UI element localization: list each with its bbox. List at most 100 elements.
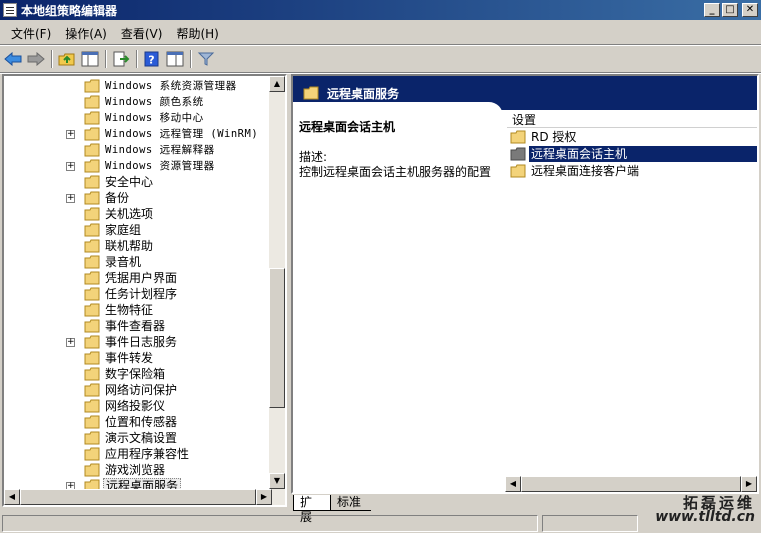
folder-icon: [303, 86, 319, 100]
menu-action[interactable]: 操作(A): [58, 23, 114, 44]
tree-item[interactable]: 事件转发: [4, 350, 272, 366]
maximize-button[interactable]: □: [722, 3, 738, 17]
tree-item[interactable]: 生物特征: [4, 302, 272, 318]
tree-item[interactable]: Windows 系统资源管理器: [4, 78, 272, 94]
close-button[interactable]: ✕: [742, 3, 758, 17]
watermark-line1: 拓磊运维: [682, 494, 755, 512]
tree-item[interactable]: + Windows 远程管理 (WinRM): [4, 126, 272, 142]
toolbar-separator: [136, 50, 138, 68]
tree-item[interactable]: 网络访问保护: [4, 382, 272, 398]
tree-item-label: 联机帮助: [105, 239, 154, 253]
tree-item-label: 网络投影仪: [105, 399, 166, 413]
details-pane: 远程桌面服务 远程桌面会话主机 描述: 控制远程桌面会话主机服务器的配置 设置 …: [291, 74, 759, 494]
tree-item[interactable]: 应用程序兼容性: [4, 446, 272, 462]
tree-item[interactable]: 数字保险箱: [4, 366, 272, 382]
tree-item-label: Windows 远程解释器: [105, 144, 215, 156]
tree-item-label: Windows 移动中心: [105, 112, 204, 124]
tree-item-label: Windows 远程管理 (WinRM): [105, 128, 259, 140]
list-horizontal-scrollbar[interactable]: ◀ ▶: [505, 476, 757, 492]
tree-item[interactable]: + Windows 资源管理器: [4, 158, 272, 174]
expand-icon[interactable]: +: [66, 194, 75, 203]
tree-item-label: 生物特征: [105, 303, 154, 317]
tree-item-label: 位置和传感器: [105, 415, 178, 429]
tree-item[interactable]: 网络投影仪: [4, 398, 272, 414]
list-item-selected[interactable]: 远程桌面会话主机: [507, 146, 757, 162]
tab-extended[interactable]: 扩展: [293, 495, 331, 524]
details-header-title: 远程桌面服务: [327, 86, 400, 101]
toolbar-separator: [190, 50, 192, 68]
header-curve: [293, 102, 503, 116]
list-item[interactable]: 远程桌面连接客户端: [507, 163, 757, 179]
tree-item[interactable]: 事件查看器: [4, 318, 272, 334]
status-cell: [542, 515, 638, 532]
tree-item-label: 事件日志服务: [105, 335, 178, 349]
scroll-up-button[interactable]: ▲: [269, 76, 285, 92]
tree-item-label: 应用程序兼容性: [105, 447, 190, 461]
detail-title: 远程桌面会话主机: [299, 120, 396, 134]
tree-item[interactable]: 家庭组: [4, 222, 272, 238]
tree-item[interactable]: 游戏浏览器: [4, 462, 272, 478]
minimize-button[interactable]: _: [704, 3, 720, 17]
toolbar-separator: [51, 50, 53, 68]
tree-item[interactable]: 关机选项: [4, 206, 272, 222]
folder-icon: [510, 164, 526, 178]
tree-item-label: 安全中心: [105, 175, 154, 189]
tab-standard[interactable]: 标准: [331, 495, 371, 511]
tree-item-label: Windows 资源管理器: [105, 160, 215, 172]
svg-text:?: ?: [148, 54, 154, 67]
tree-item-label: 游戏浏览器: [105, 463, 166, 477]
title-bar: 本地组策略编辑器 _ □ ✕: [0, 0, 761, 20]
tree-item-label: 关机选项: [105, 207, 154, 221]
menu-help[interactable]: 帮助(H): [169, 23, 225, 44]
expand-icon[interactable]: +: [66, 162, 75, 171]
scroll-left-button[interactable]: ◀: [4, 489, 20, 505]
expand-icon[interactable]: +: [66, 338, 75, 347]
tree-item[interactable]: 联机帮助: [4, 238, 272, 254]
help-icon[interactable]: ?: [142, 49, 162, 69]
scroll-down-button[interactable]: ▼: [269, 473, 285, 489]
tree-horizontal-scrollbar[interactable]: ◀ ▶: [4, 489, 285, 505]
tree-item[interactable]: Windows 远程解释器: [4, 142, 272, 158]
properties-icon[interactable]: [165, 49, 185, 69]
scroll-right-button[interactable]: ▶: [741, 476, 757, 492]
scroll-right-button[interactable]: ▶: [256, 489, 272, 505]
back-icon[interactable]: [3, 49, 23, 69]
tree-item[interactable]: 演示文稿设置: [4, 430, 272, 446]
menu-view[interactable]: 查看(V): [114, 23, 170, 44]
tree-item[interactable]: 任务计划程序: [4, 286, 272, 302]
tree-item[interactable]: 凭据用户界面: [4, 270, 272, 286]
tree-item-label: 任务计划程序: [105, 287, 178, 301]
toolbar: ?: [0, 46, 761, 72]
toolbar-separator: [105, 50, 107, 68]
forward-icon[interactable]: [26, 49, 46, 69]
export-list-icon[interactable]: [111, 49, 131, 69]
menu-bar: 文件(F) 操作(A) 查看(V) 帮助(H): [0, 22, 761, 44]
list-item-label: 远程桌面连接客户端: [531, 164, 640, 178]
filter-icon[interactable]: [196, 49, 216, 69]
tree-pane[interactable]: Windows 系统资源管理器 Windows 颜色系统 Windows 移动中心 +…: [2, 74, 287, 507]
scroll-thumb[interactable]: [20, 489, 256, 505]
tree-vertical-scrollbar[interactable]: ▲ ▼: [269, 76, 285, 489]
tree-item[interactable]: Windows 颜色系统: [4, 94, 272, 110]
show-hide-tree-icon[interactable]: [80, 49, 100, 69]
scroll-thumb[interactable]: [521, 476, 741, 492]
menu-file[interactable]: 文件(F): [4, 23, 58, 44]
expand-icon[interactable]: +: [66, 130, 75, 139]
tree-item-label: 备份: [105, 191, 130, 205]
scroll-left-button[interactable]: ◀: [505, 476, 521, 492]
scroll-thumb[interactable]: [269, 268, 285, 408]
tree-item-label: 家庭组: [105, 223, 142, 237]
folder-open-icon: [510, 147, 526, 161]
column-header-setting[interactable]: 设置: [507, 112, 757, 128]
tree-item[interactable]: + 事件日志服务: [4, 334, 272, 350]
up-folder-icon[interactable]: [57, 49, 77, 69]
folder-icon: [510, 130, 526, 144]
list-item[interactable]: RD 授权: [507, 129, 757, 145]
tree-item[interactable]: 安全中心: [4, 174, 272, 190]
tree-item[interactable]: + 备份: [4, 190, 272, 206]
tree-item[interactable]: 位置和传感器: [4, 414, 272, 430]
tree-item[interactable]: Windows 移动中心: [4, 110, 272, 126]
window-title: 本地组策略编辑器: [21, 3, 118, 18]
tree-item[interactable]: 录音机: [4, 254, 272, 270]
status-cell: [2, 515, 538, 532]
